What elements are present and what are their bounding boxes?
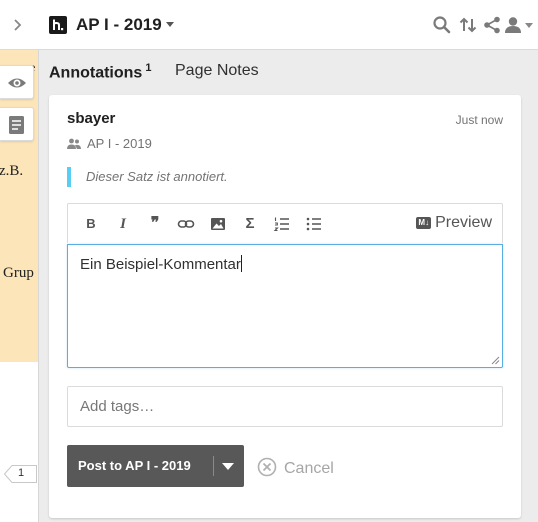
quote-button[interactable]: ❞ <box>146 215 164 233</box>
link-button[interactable] <box>177 215 195 233</box>
post-button-label: Post to AP I - 2019 <box>78 458 191 473</box>
markdown-toolbar: B I ❞ Σ M↓ Preview <box>67 203 503 243</box>
link-icon <box>177 220 195 228</box>
button-divider <box>213 456 214 476</box>
chevron-right-icon[interactable] <box>8 16 26 34</box>
group-selector[interactable]: AP I - 2019 <box>76 15 162 35</box>
group-name: AP I - 2019 <box>87 136 152 151</box>
show-highlights-button[interactable] <box>0 65 34 99</box>
bullet-list-button[interactable] <box>305 215 323 233</box>
author-name[interactable]: sbayer <box>67 110 115 127</box>
annotation-text: Ein Beispiel-Kommentar <box>80 256 241 273</box>
bucket-count: 1 <box>18 467 25 479</box>
timestamp[interactable]: Just now <box>456 113 503 127</box>
tab-page-notes[interactable]: Page Notes <box>175 62 259 80</box>
italic-button[interactable]: I <box>114 215 132 233</box>
sidebar-topbar: AP I - 2019 <box>0 0 538 50</box>
annotation-group: AP I - 2019 <box>67 136 152 151</box>
cancel-button[interactable]: Cancel <box>257 457 334 478</box>
sidebar-divider <box>38 0 39 522</box>
dropdown-caret-icon[interactable] <box>222 463 234 470</box>
user-icon[interactable] <box>503 15 523 35</box>
cancel-icon <box>257 457 277 477</box>
image-icon <box>211 218 225 230</box>
bullet-list-icon <box>306 217 321 231</box>
caret-down-icon[interactable] <box>166 22 174 27</box>
caret-down-icon[interactable] <box>525 23 533 28</box>
annotation-quote: Dieser Satz ist annotiert. <box>67 167 228 187</box>
annotation-count: 1 <box>145 62 152 74</box>
page-text-fragment: z.B. <box>0 163 24 179</box>
image-button[interactable] <box>209 215 227 233</box>
post-button[interactable]: Post to AP I - 2019 <box>67 445 244 487</box>
bucket-indicator[interactable]: 1 <box>4 465 37 483</box>
group-icon <box>67 138 81 149</box>
new-page-note-button[interactable] <box>0 107 34 141</box>
tags-input[interactable] <box>67 386 503 427</box>
tab-annotations[interactable]: Annotations 1 <box>49 62 151 82</box>
numbered-list-button[interactable] <box>273 215 291 233</box>
tab-label: Annotations <box>49 64 143 82</box>
preview-button[interactable]: M↓ Preview <box>416 214 492 232</box>
cancel-label: Cancel <box>284 460 334 477</box>
page-text-fragment: Grup <box>3 265 34 281</box>
numbered-list-icon <box>273 217 289 232</box>
preview-label: Preview <box>435 214 492 231</box>
sort-icon[interactable] <box>458 15 478 35</box>
math-button[interactable]: Σ <box>241 215 259 233</box>
resize-handle-icon[interactable] <box>491 356 500 365</box>
search-icon[interactable] <box>432 15 452 35</box>
bold-button[interactable]: B <box>82 215 100 233</box>
annotation-card: sbayer Just now AP I - 2019 Dieser Satz … <box>49 95 521 518</box>
text-cursor <box>240 255 242 272</box>
markdown-icon: M↓ <box>416 217 432 229</box>
annotation-text-input[interactable]: Ein Beispiel-Kommentar <box>67 244 503 368</box>
hypothesis-logo[interactable] <box>49 16 67 34</box>
share-icon[interactable] <box>482 15 502 35</box>
